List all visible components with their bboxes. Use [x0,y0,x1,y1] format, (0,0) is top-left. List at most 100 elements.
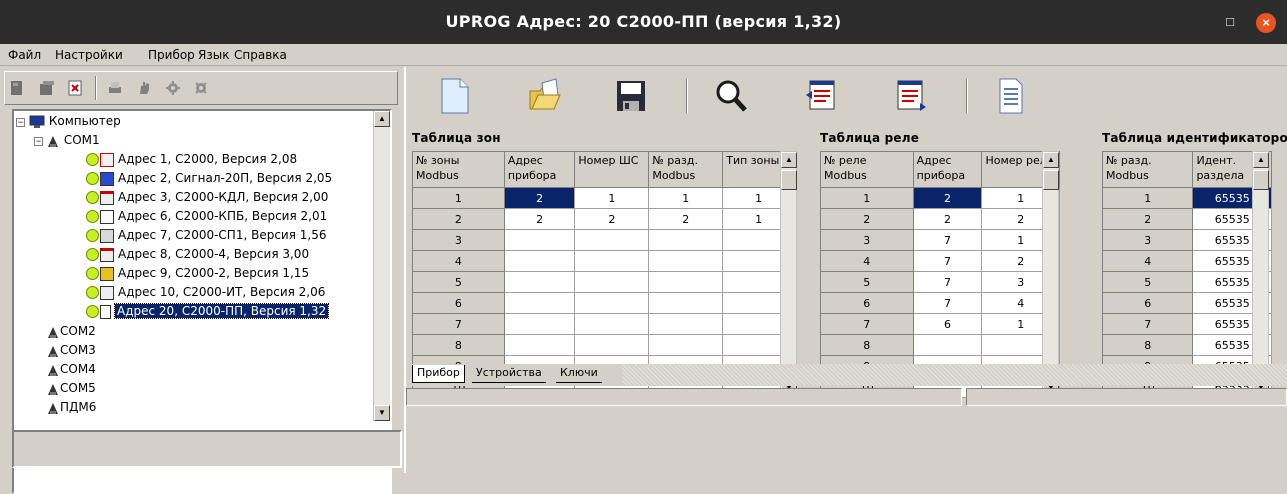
table-row[interactable]: 1 65535 [1101,187,1272,209]
row-header-cell[interactable]: 6 [412,292,505,314]
table-cell[interactable] [503,250,576,272]
table-row[interactable]: 8 [412,334,795,356]
scroll-down-icon[interactable]: ▼ [374,405,390,421]
tree-node-com4[interactable]: COM4 [46,360,96,379]
zones-col-header[interactable]: № разд. Modbus [648,151,724,188]
row-header-cell[interactable]: 3 [1101,229,1194,251]
row-header-cell[interactable]: 7 [1101,313,1194,335]
scroll-up-icon[interactable]: ▲ [1253,152,1269,168]
row-header-cell[interactable]: 7 [820,313,914,335]
row-header-cell[interactable]: 4 [412,250,505,272]
tree-node-com3[interactable]: COM3 [46,341,96,360]
settings-gear-2-icon[interactable] [193,80,209,96]
save-icon[interactable] [614,77,648,115]
table-cell[interactable]: 2 [503,187,576,209]
table-row[interactable]: 8 [820,334,1060,356]
table-row[interactable]: 5 65535 [1101,271,1272,293]
table-cell[interactable]: 7 [912,271,983,293]
device-group-icon[interactable] [39,80,55,96]
device-icon[interactable] [9,80,25,96]
menu-settings[interactable]: Настройки [55,48,123,62]
table-row[interactable]: 472 [820,250,1060,272]
zones-col-header[interactable]: № зоны Modbus [412,151,505,188]
table-cell[interactable] [648,229,724,251]
scroll-up-icon[interactable]: ▲ [1043,152,1059,168]
read-config-icon[interactable] [804,77,838,115]
table-row[interactable]: 5 [412,271,795,293]
tree-node-computer[interactable]: Компьютер [29,112,121,131]
tree-device[interactable]: Адрес 9, С2000-2, Версия 1,15 [86,264,309,283]
tree-node-com5[interactable]: COM5 [46,379,96,398]
relays-scrollbar[interactable]: ▲ ▼ [1042,151,1059,397]
row-header-cell[interactable]: 3 [412,229,505,251]
table-row[interactable]: 8 65535 [1101,334,1272,356]
scroll-thumb[interactable] [781,170,797,190]
table-cell[interactable] [503,271,576,293]
row-header-cell[interactable]: 1 [412,187,505,209]
row-header-cell[interactable]: 2 [412,208,505,230]
table-row[interactable]: 6 65535 [1101,292,1272,314]
table-cell[interactable]: 6 [912,313,983,335]
relays-table[interactable]: № реле Modbus Адрес прибора Номер реле 1… [820,151,1060,398]
row-header-cell[interactable]: 7 [412,313,505,335]
row-header-cell[interactable]: 6 [1101,292,1194,314]
row-header-cell[interactable]: 1 [1101,187,1194,209]
table-cell[interactable] [574,292,650,314]
tree-device[interactable]: Адрес 10, С2000-ИТ, Версия 2,06 [86,283,325,302]
table-row[interactable]: 12111 [412,187,795,209]
search-icon[interactable] [714,77,748,115]
table-cell[interactable] [574,250,650,272]
table-cell[interactable]: 7 [912,292,983,314]
table-row[interactable]: 22221 [412,208,795,230]
menu-file[interactable]: Файл [8,48,41,62]
table-cell[interactable] [648,292,724,314]
menu-language[interactable]: Язык [198,48,229,62]
table-cell[interactable] [648,313,724,335]
settings-gear-icon[interactable] [165,80,181,96]
tree-scrollbar[interactable]: ▲ ▼ [373,111,390,421]
table-row[interactable]: 3 [412,229,795,251]
table-cell[interactable]: 2 [912,187,983,209]
table-cell[interactable] [503,292,576,314]
table-cell[interactable] [648,334,724,356]
scroll-thumb[interactable] [1253,170,1269,190]
relays-col-header[interactable]: Адрес прибора [912,151,983,188]
table-row[interactable]: 7 [412,313,795,335]
table-cell[interactable] [912,334,983,356]
row-header-cell[interactable]: 1 [820,187,914,209]
row-header-cell[interactable]: 8 [1101,334,1194,356]
tree-node-com2[interactable]: COM2 [46,322,96,341]
table-cell[interactable]: 2 [912,208,983,230]
table-cell[interactable] [574,334,650,356]
write-config-icon[interactable] [894,77,928,115]
tree-device[interactable]: Адрес 2, Сигнал-20П, Версия 2,05 [86,169,332,188]
table-cell[interactable] [574,229,650,251]
tree-device[interactable]: Адрес 3, С2000-КДЛ, Версия 2,00 [86,188,328,207]
scroll-thumb[interactable] [1043,170,1059,190]
document-icon[interactable] [994,77,1028,115]
table-cell[interactable] [503,313,576,335]
table-row[interactable]: 674 [820,292,1060,314]
zones-scrollbar[interactable]: ▲ ▼ [780,151,797,397]
menu-help[interactable]: Справка [234,48,287,62]
scroll-up-icon[interactable]: ▲ [374,111,390,127]
collapse-icon[interactable]: − [34,137,43,146]
tree-node-pdm6[interactable]: ПДМ6 [46,398,96,417]
table-row[interactable]: 3 65535 [1101,229,1272,251]
tree-device[interactable]: Адрес 8, С2000-4, Версия 3,00 [86,245,309,264]
row-header-cell[interactable]: 5 [820,271,914,293]
idents-table[interactable]: № разд. Modbus Идент. раздела 1 65535 2 655… [1101,151,1272,398]
table-cell[interactable] [648,271,724,293]
menu-device[interactable]: Прибор [148,48,195,62]
table-row[interactable]: 222 [820,208,1060,230]
table-row[interactable]: 371 [820,229,1060,251]
row-header-cell[interactable]: 5 [412,271,505,293]
close-icon[interactable]: × [1256,13,1276,33]
hand-icon[interactable] [137,80,153,96]
zones-table[interactable]: № зоны Modbus Адрес прибора Номер ШС № р… [412,151,795,398]
table-row[interactable]: 2 65535 [1101,208,1272,230]
zones-col-header[interactable]: Номер ШС [574,151,650,188]
tree-device[interactable]: Адрес 6, С2000-КПБ, Версия 2,01 [86,207,327,226]
relays-col-header[interactable]: № реле Modbus [820,151,914,188]
tab-device[interactable]: Прибор [412,365,465,383]
